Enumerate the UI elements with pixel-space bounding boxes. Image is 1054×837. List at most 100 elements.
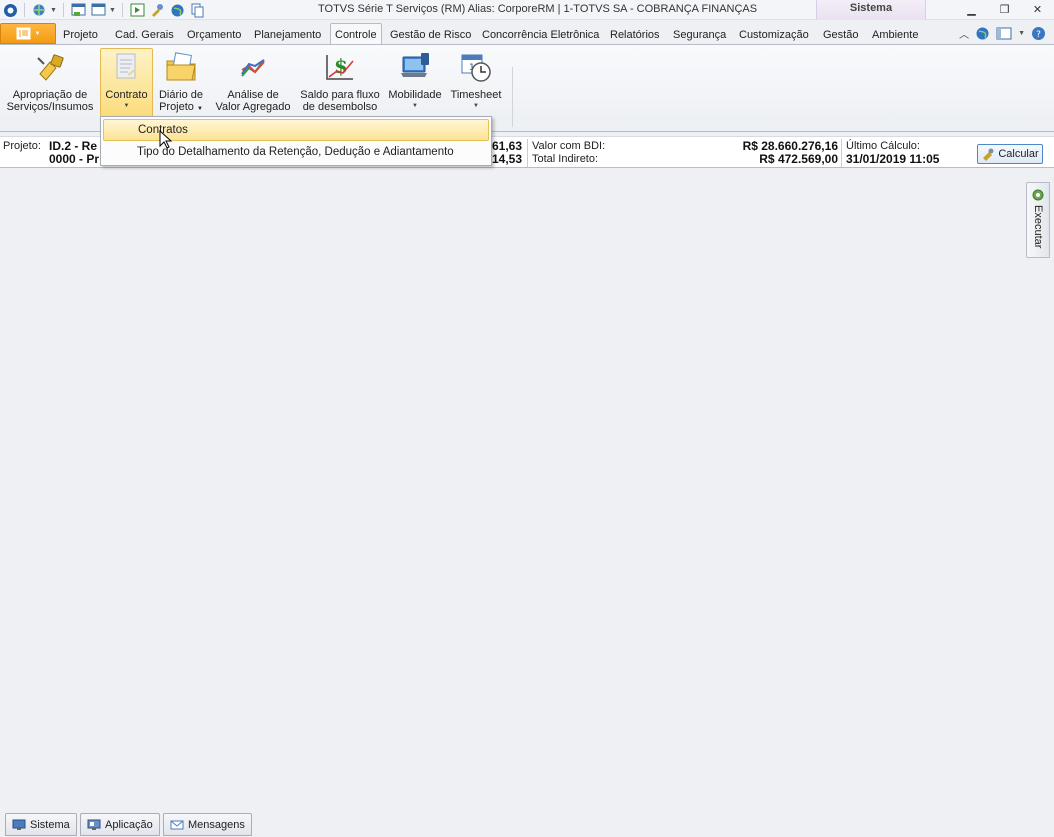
saldo-label-line2: de desembolso — [302, 101, 378, 113]
bottom-tab-aplicacao[interactable]: Aplicação — [80, 813, 160, 836]
mobilidade-button[interactable]: Mobilidade ▼ — [387, 49, 443, 119]
bottom-status-bar: Sistema Aplicação Mensagens — [0, 809, 1054, 837]
apropriacao-label-line1: Apropriação de — [12, 89, 88, 101]
calculator-icon — [983, 148, 994, 161]
messages-icon — [170, 820, 184, 829]
tab-concorrencia-eletronica[interactable]: Concorrência Eletrônica — [478, 25, 603, 45]
bottom-tab-mensagens-label: Mensagens — [188, 818, 245, 831]
timesheet-label: Timesheet — [450, 89, 502, 101]
minimize-icon[interactable]: ▁ — [955, 0, 988, 18]
info-separator — [841, 139, 842, 167]
timesheet-button[interactable]: 1 Timesheet ▼ — [447, 49, 505, 119]
quick-access-toolbar: ▼ ▼ — [0, 0, 206, 20]
qat-separator — [24, 3, 25, 17]
executar-gear-icon — [1032, 189, 1044, 201]
apropriacao-label-line2: Serviços/Insumos — [6, 101, 94, 113]
layout-icon[interactable] — [996, 27, 1012, 40]
layout-window-icon[interactable] — [89, 1, 107, 19]
total-indireto-label: Total Indireto: — [532, 153, 599, 165]
chevron-down-icon: ▼ — [473, 103, 479, 109]
tab-gestao[interactable]: Gestão — [819, 25, 862, 45]
tab-orcamento[interactable]: Orçamento — [183, 25, 245, 45]
calcular-label: Calcular — [998, 148, 1039, 160]
mobilidade-icon — [387, 49, 443, 85]
chevron-down-icon[interactable]: ▼ — [109, 7, 117, 14]
value-partial-1: 61,63 — [492, 139, 523, 153]
totvs-logo-icon[interactable] — [1, 1, 19, 19]
copy-icon[interactable] — [188, 1, 206, 19]
application-menu-button[interactable]: ▼ — [0, 23, 56, 44]
qat-separator — [122, 3, 123, 17]
apropriacao-servicos-button[interactable]: Apropriação de Serviços/Insumos — [5, 49, 95, 119]
globe-icon[interactable] — [168, 1, 186, 19]
bottom-tab-sistema-label: Sistema — [30, 818, 70, 831]
app-menu-icon — [16, 27, 31, 40]
dollar-chart-icon: $ — [298, 49, 382, 85]
analise-valor-icon — [214, 49, 292, 85]
tab-ambiente[interactable]: Ambiente — [868, 25, 922, 45]
contrato-button[interactable]: Contrato ▼ — [100, 48, 153, 118]
ultimo-calculo-value: 31/01/2019 11:05 — [846, 152, 940, 166]
executar-side-tab[interactable]: Executar — [1026, 182, 1050, 258]
projeto-id: ID.2 - Re — [49, 139, 98, 153]
globe-settings-icon[interactable] — [30, 1, 48, 19]
window-icon[interactable] — [69, 1, 87, 19]
restore-icon[interactable]: ❐ — [988, 0, 1021, 18]
tab-seguranca[interactable]: Segurança — [669, 25, 730, 45]
title-bar: ▼ ▼ TOTVS Série T Serviços (RM) Alias: C… — [0, 0, 1054, 20]
diario-label-line1: Diário de — [158, 89, 204, 101]
mobilidade-label: Mobilidade — [388, 89, 442, 101]
svg-text:$: $ — [334, 54, 348, 78]
globe-icon[interactable] — [975, 26, 990, 41]
projeto-code: 0000 - Pr — [49, 152, 100, 166]
chevron-down-icon: ▼ — [34, 30, 41, 37]
context-tab-sistema[interactable]: Sistema — [816, 0, 926, 20]
main-workspace — [0, 169, 1054, 809]
saldo-fluxo-desembolso-button[interactable]: $ Saldo para fluxo de desembolso — [298, 49, 382, 119]
bottom-tab-aplicacao-label: Aplicação — [105, 818, 153, 831]
chevron-down-icon[interactable]: ▼ — [50, 7, 58, 14]
chevron-down-icon: ▼ — [412, 103, 418, 109]
application-icon — [87, 819, 101, 830]
valor-bdi-value: R$ 28.660.276,16 — [742, 139, 838, 153]
qat-separator — [63, 3, 64, 17]
calcular-button[interactable]: Calcular — [977, 144, 1043, 164]
diario-projeto-button[interactable]: Diário de Projeto ▼ — [155, 49, 207, 119]
collapse-ribbon-icon[interactable]: ︿ — [959, 26, 969, 41]
tab-customizacao[interactable]: Customização — [735, 25, 813, 45]
projeto-label: Projeto: — [3, 140, 41, 152]
tab-gestao-de-risco[interactable]: Gestão de Risco — [386, 25, 475, 45]
tools-icon[interactable] — [148, 1, 166, 19]
chevron-down-icon: ▼ — [123, 103, 130, 109]
total-indireto-value: R$ 472.569,00 — [759, 152, 838, 166]
ultimo-calculo-label: Último Cálculo: — [846, 140, 920, 152]
tab-relatorios[interactable]: Relatórios — [606, 25, 664, 45]
tab-cad-gerais[interactable]: Cad. Gerais — [111, 25, 178, 45]
timesheet-calendar-icon: 1 — [447, 49, 505, 85]
tab-planejamento[interactable]: Planejamento — [250, 25, 325, 45]
valor-bdi-label: Valor com BDI: — [532, 140, 606, 152]
ribbon-right-icons: ︿ ▼ ? — [959, 26, 1046, 41]
executar-label: Executar — [1032, 205, 1044, 249]
help-icon[interactable]: ? — [1031, 26, 1046, 41]
svg-text:?: ? — [1036, 30, 1041, 40]
run-process-icon[interactable] — [128, 1, 146, 19]
close-icon[interactable]: ✕ — [1021, 0, 1054, 18]
contrato-icon — [101, 49, 152, 85]
ribbon-group-separator — [512, 67, 513, 127]
analise-label-line1: Análise de — [227, 89, 279, 101]
tab-projeto[interactable]: Projeto — [59, 25, 102, 45]
tab-controle[interactable]: Controle — [330, 23, 382, 45]
ribbon-tab-row: ▼ Projeto Cad. Gerais Orçamento Planejam… — [0, 22, 1054, 45]
window-title: TOTVS Série T Serviços (RM) Alias: Corpo… — [318, 3, 758, 15]
bottom-tab-sistema[interactable]: Sistema — [5, 813, 77, 836]
apropriacao-icon — [5, 49, 95, 85]
diario-projeto-icon — [155, 49, 207, 85]
chevron-down-icon[interactable]: ▼ — [1018, 30, 1025, 37]
contrato-label: Contrato — [105, 89, 148, 101]
bottom-tab-mensagens[interactable]: Mensagens — [163, 813, 252, 836]
analise-label-line2: Valor Agregado — [215, 101, 291, 113]
analise-valor-agregado-button[interactable]: Análise de Valor Agregado — [214, 49, 292, 119]
diario-label-line2: Projeto ▼ — [159, 101, 203, 113]
mouse-pointer-icon — [159, 130, 173, 149]
